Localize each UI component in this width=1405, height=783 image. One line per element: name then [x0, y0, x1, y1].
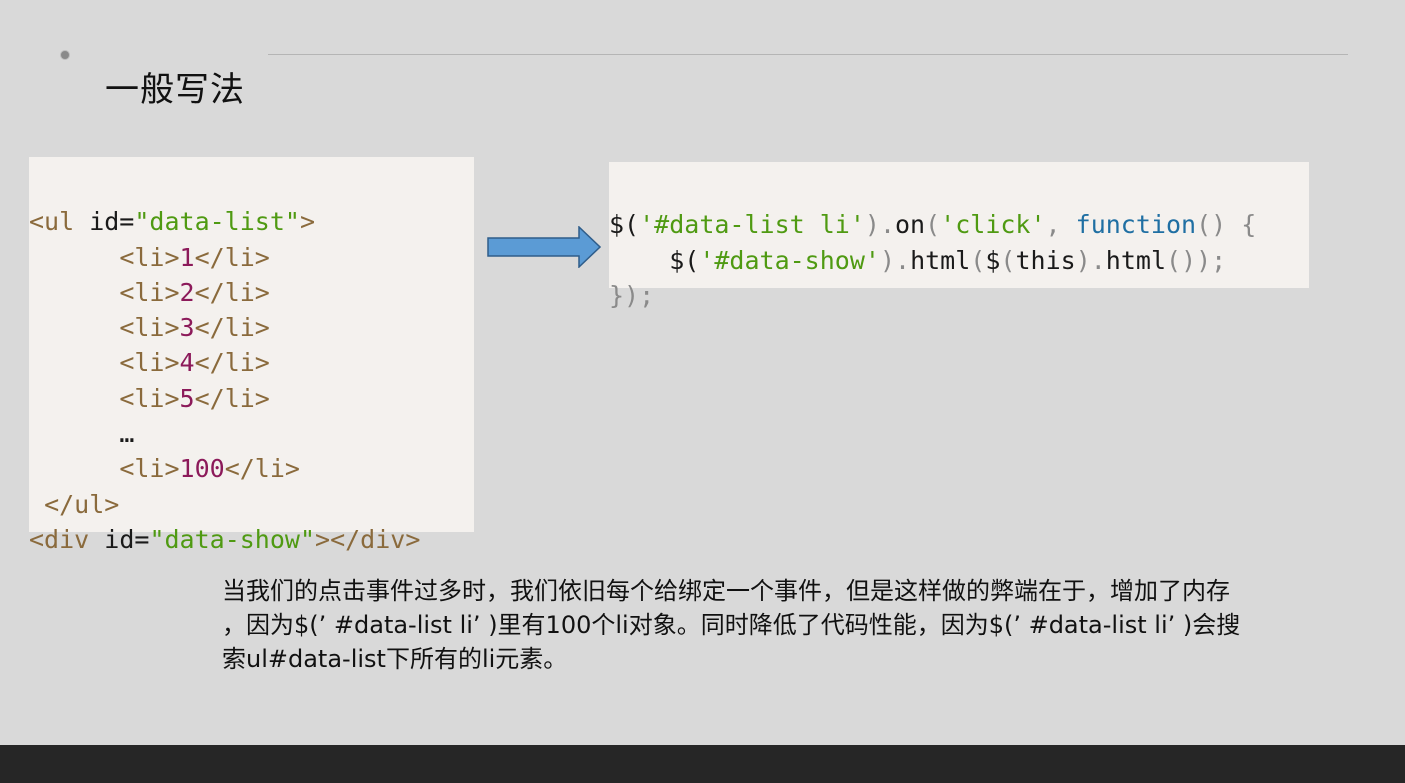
code-line-li: <li>5</li>	[29, 381, 474, 416]
js-code-block: $('#data-list li').on('click', function(…	[609, 162, 1309, 310]
code-fn: this	[1015, 245, 1076, 275]
code-punc: () {	[1196, 210, 1257, 240]
code-string: "data-list"	[134, 207, 300, 237]
code-tag: </li>	[194, 348, 270, 378]
html-code-block: <ul id="data-list"> <li>1</li> <li>2</li…	[29, 157, 474, 554]
code-tag: <li>	[119, 277, 180, 307]
code-number: 3	[179, 313, 195, 343]
code-punc: ).	[879, 245, 911, 275]
code-line-li: <li>100</li>	[29, 451, 474, 486]
description-line-2: ，因为$(’ #data-list li’ )里有100个li对象。同时降低了代…	[222, 611, 1241, 639]
code-punc: });	[609, 280, 655, 310]
code-string: '#data-list li'	[639, 210, 865, 240]
code-tag: </li>	[224, 454, 300, 484]
code-line-ul-open: <ul id="data-list">	[29, 204, 474, 239]
code-line-div: <div id="data-show"></div>	[29, 522, 474, 557]
code-punc: (	[970, 245, 986, 275]
code-tag: </li>	[194, 383, 270, 413]
code-tag: <li>	[119, 454, 180, 484]
code-line-li: <li>3</li>	[29, 310, 474, 345]
code-punc: (	[925, 210, 941, 240]
code-tag: </li>	[194, 242, 270, 272]
code-line-li: <li>2</li>	[29, 275, 474, 310]
code-string: "data-show"	[149, 524, 316, 554]
description-text: 当我们的点击事件过多时，我们依旧每个给绑定一个事件，但是这样做的弊端在于，增加了…	[222, 574, 1362, 676]
code-fn: html	[910, 245, 971, 275]
code-fn: html	[1105, 245, 1167, 275]
description-line-3: 索ul#data-list下所有的li元素。	[222, 645, 568, 673]
code-tag: <li>	[119, 348, 180, 378]
code-fn: on	[895, 210, 926, 240]
code-line-ellipsis: …	[29, 416, 474, 451]
code-tag: </ul>	[44, 489, 120, 519]
code-punc: ).	[864, 210, 895, 240]
code-tag: <ul	[29, 207, 75, 237]
code-line-1: $('#data-list li').on('click', function(…	[609, 207, 1309, 242]
code-number: 4	[179, 348, 195, 378]
code-punc: (	[1000, 245, 1016, 275]
slide: 一般写法 <ul id="data-list"> <li>1</li> <li>…	[0, 0, 1405, 745]
code-punc: ());	[1166, 245, 1227, 275]
code-number: 1	[179, 242, 195, 272]
code-tag: <li>	[119, 313, 180, 343]
code-fn: $	[985, 245, 1001, 275]
code-tag: <li>	[119, 383, 180, 413]
code-number: 5	[179, 383, 195, 413]
code-punc: $(	[669, 245, 700, 275]
code-string: 'click'	[940, 210, 1046, 240]
code-punc: ).	[1075, 245, 1106, 275]
code-line-ul-close: </ul>	[29, 487, 474, 522]
bullet-dot-icon	[60, 50, 70, 60]
code-punc: $(	[609, 210, 640, 240]
code-punc: ,	[1045, 210, 1076, 240]
bottom-bar	[0, 745, 1405, 783]
code-attr: id=	[74, 207, 135, 237]
description-line-1: 当我们的点击事件过多时，我们依旧每个给绑定一个事件，但是这样做的弊端在于，增加了…	[222, 577, 1230, 605]
title-divider	[268, 54, 1348, 55]
code-line-2: $('#data-show').html($(this).html());	[609, 243, 1309, 278]
code-string: '#data-show'	[699, 245, 880, 275]
code-number: 100	[179, 454, 225, 484]
code-line-li: <li>4</li>	[29, 345, 474, 380]
right-arrow-icon	[487, 226, 601, 268]
code-number: 2	[179, 277, 195, 307]
code-tag: >	[299, 207, 316, 237]
code-tag: ></div>	[315, 524, 421, 554]
code-tag: </li>	[194, 277, 270, 307]
slide-title: 一般写法	[105, 70, 245, 110]
code-tag: <li>	[119, 242, 180, 272]
code-ellipsis: …	[119, 419, 135, 449]
code-line-3: });	[609, 278, 1309, 313]
code-line-li: <li>1</li>	[29, 240, 474, 275]
code-keyword: function	[1075, 210, 1197, 240]
code-attr: id=	[89, 524, 150, 554]
code-tag: <div	[29, 524, 90, 554]
code-tag: </li>	[194, 313, 270, 343]
